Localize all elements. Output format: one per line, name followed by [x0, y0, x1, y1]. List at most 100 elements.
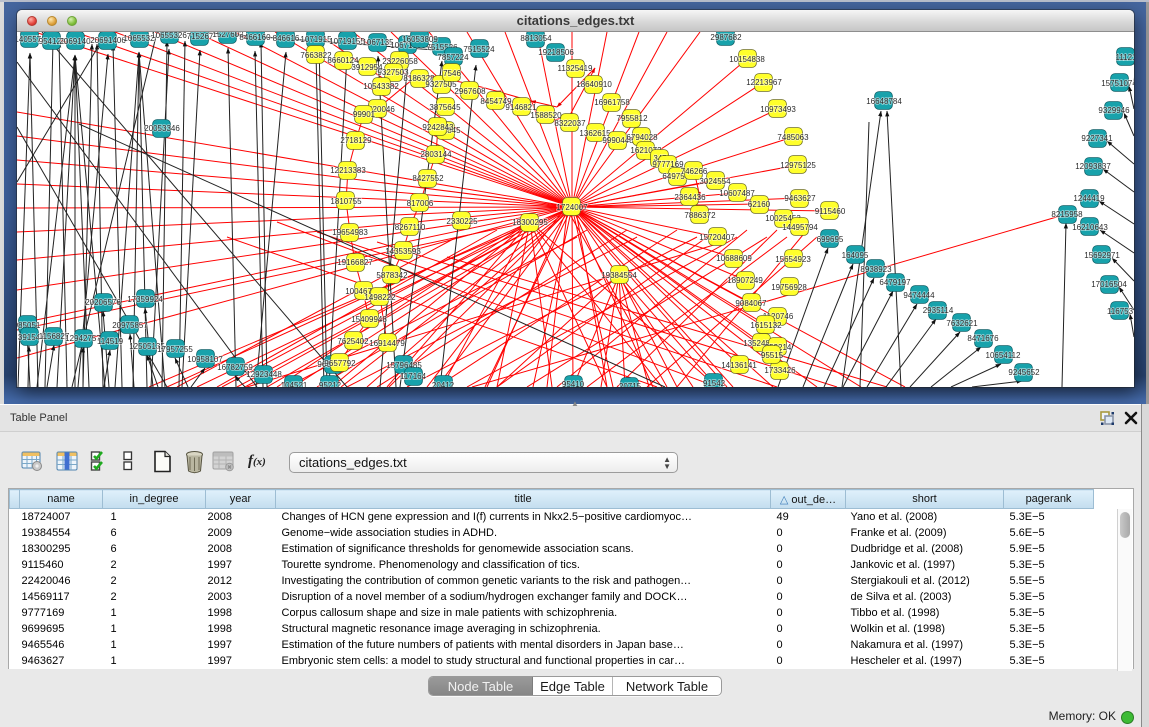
svg-text:39154: 39154	[18, 333, 41, 342]
svg-text:2935114: 2935114	[923, 306, 954, 315]
svg-text:2718129: 2718129	[340, 136, 372, 145]
svg-text:19384554: 19384554	[601, 271, 637, 280]
svg-text:16914479: 16914479	[369, 339, 405, 348]
svg-text:1498222: 1498222	[364, 293, 396, 302]
svg-text:7632621: 7632621	[946, 319, 978, 328]
svg-text:6794028: 6794028	[626, 133, 658, 142]
svg-text:99901: 99901	[353, 110, 376, 119]
svg-text:16648784: 16648784	[866, 97, 902, 106]
svg-text:95212: 95212	[319, 381, 342, 387]
svg-text:10543382: 10543382	[363, 82, 399, 91]
svg-text:11325419: 11325419	[558, 64, 594, 73]
svg-text:10654112: 10654112	[986, 351, 1022, 360]
svg-text:1810755: 1810755	[330, 197, 362, 206]
svg-text:6479197: 6479197	[879, 278, 911, 287]
svg-text:817006: 817006	[407, 199, 434, 208]
svg-text:19654983: 19654983	[332, 228, 368, 237]
svg-text:9657792: 9657792	[324, 359, 356, 368]
svg-text:18640910: 18640910	[576, 80, 612, 89]
svg-text:9329946: 9329946	[1098, 106, 1130, 115]
svg-text:114519: 114519	[97, 337, 124, 346]
svg-text:10973493: 10973493	[760, 105, 796, 114]
svg-text:9474444: 9474444	[903, 291, 935, 300]
svg-text:2967608: 2967608	[454, 87, 486, 96]
svg-text:20691406: 20691406	[90, 36, 126, 45]
svg-text:10154838: 10154838	[729, 55, 765, 64]
svg-text:8938923: 8938923	[860, 265, 892, 274]
svg-text:17957255: 17957255	[157, 345, 193, 354]
svg-text:14136141: 14136141	[721, 361, 757, 370]
svg-text:17016504: 17016504	[1091, 280, 1127, 289]
svg-text:12975125: 12975125	[780, 161, 816, 170]
svg-text:10719155: 10719155	[329, 37, 365, 46]
svg-text:7546: 7546	[443, 69, 461, 78]
svg-text:2803144: 2803144	[420, 150, 452, 159]
svg-text:8322037: 8322037	[554, 119, 586, 128]
svg-text:7625402: 7625402	[337, 337, 369, 346]
svg-text:699695: 699695	[817, 235, 844, 244]
svg-text:9242843: 9242843	[422, 123, 454, 132]
svg-text:746266: 746266	[681, 167, 708, 176]
svg-text:104521: 104521	[281, 381, 308, 387]
svg-text:20053346: 20053346	[144, 124, 180, 133]
svg-text:20715: 20715	[619, 382, 642, 387]
svg-text:8427552: 8427552	[412, 174, 444, 183]
svg-text:9084067: 9084067	[735, 299, 767, 308]
svg-text:9227341: 9227341	[1081, 134, 1113, 143]
svg-text:19166827: 19166827	[337, 258, 373, 267]
svg-text:10655326: 10655326	[151, 32, 187, 40]
svg-text:15654923: 15654923	[775, 255, 811, 264]
svg-text:117164: 117164	[400, 372, 427, 381]
svg-text:2069140: 2069140	[59, 37, 91, 46]
svg-text:2330225: 2330225	[446, 217, 478, 226]
svg-text:12213967: 12213967	[746, 78, 782, 87]
svg-text:15720407: 15720407	[699, 233, 735, 242]
svg-text:14495794: 14495794	[782, 223, 818, 232]
svg-text:1071915: 1071915	[300, 35, 332, 44]
svg-text:9463627: 9463627	[784, 194, 816, 203]
svg-text:164095: 164095	[842, 251, 869, 260]
svg-text:15751074: 15751074	[1101, 79, 1134, 88]
svg-text:14353593: 14353593	[385, 247, 421, 256]
svg-text:715267: 715267	[187, 32, 214, 41]
svg-text:7857224: 7857224	[437, 53, 469, 62]
svg-text:3875645: 3875645	[429, 103, 461, 112]
svg-text:9245652: 9245652	[1008, 368, 1040, 377]
svg-text:20206576: 20206576	[85, 298, 121, 307]
svg-text:95410: 95410	[562, 380, 585, 387]
svg-text:7955812: 7955812	[616, 114, 648, 123]
svg-text:8813054: 8813054	[520, 34, 552, 43]
svg-text:18907249: 18907249	[727, 276, 763, 285]
svg-text:2987682: 2987682	[710, 33, 742, 42]
svg-text:1733426: 1733426	[764, 366, 796, 375]
svg-text:1724007: 1724007	[556, 203, 588, 212]
svg-text:62160: 62160	[748, 200, 771, 209]
svg-text:116753: 116753	[1107, 307, 1134, 316]
svg-text:95515: 95515	[761, 351, 784, 360]
svg-text:8215958: 8215958	[1051, 210, 1083, 219]
svg-text:12923448: 12923448	[246, 370, 282, 379]
svg-text:12093837: 12093837	[1075, 162, 1111, 171]
svg-text:19756928: 19756928	[771, 283, 807, 292]
svg-text:2364436: 2364436	[674, 193, 706, 202]
svg-text:10688609: 10688609	[716, 254, 752, 263]
svg-text:12942757: 12942757	[65, 334, 101, 343]
svg-text:16210643: 16210643	[1072, 223, 1108, 232]
svg-text:20412: 20412	[432, 381, 455, 387]
svg-text:1244419: 1244419	[1073, 194, 1105, 203]
svg-text:3024554: 3024554	[699, 177, 731, 186]
svg-text:12213383: 12213383	[330, 166, 366, 175]
svg-text:8267110: 8267110	[395, 223, 426, 232]
svg-text:16053809: 16053809	[402, 35, 438, 44]
svg-text:5878342: 5878342	[376, 271, 408, 280]
svg-text:20975857: 20975857	[112, 321, 148, 330]
svg-text:8466160: 8466160	[239, 33, 271, 42]
svg-text:1615132: 1615132	[750, 321, 782, 330]
svg-text:17359924: 17359924	[127, 295, 163, 304]
svg-text:7485063: 7485063	[777, 133, 809, 142]
svg-text:15409948: 15409948	[351, 315, 387, 324]
svg-text:3912954: 3912954	[351, 63, 383, 72]
svg-text:7886372: 7886372	[684, 211, 716, 220]
svg-text:11121: 11121	[1115, 53, 1134, 62]
svg-text:19218506: 19218506	[538, 48, 574, 57]
